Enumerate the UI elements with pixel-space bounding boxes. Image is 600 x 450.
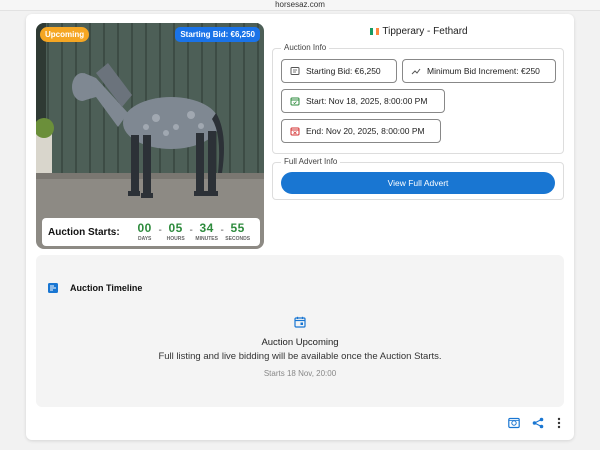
card-actions bbox=[508, 417, 562, 429]
trend-icon bbox=[411, 68, 421, 75]
full-advert-legend: Full Advert Info bbox=[281, 157, 341, 166]
ireland-flag-icon bbox=[370, 28, 380, 35]
full-advert-section: Full Advert Info View Full Advert bbox=[272, 157, 564, 200]
listing-card: Upcoming Starting Bid: €6,250 Auction St… bbox=[26, 14, 574, 440]
countdown-panel: Auction Starts: 00 DAYS - 05 HOURS - 34 … bbox=[42, 218, 260, 246]
countdown-hours-value: 05 bbox=[168, 221, 183, 235]
countdown-minutes: 34 MINUTES bbox=[194, 222, 220, 242]
countdown-seconds-label: SECONDS bbox=[225, 236, 251, 242]
horse-image bbox=[36, 23, 264, 249]
min-increment-chip[interactable]: Minimum Bid Increment: €250 bbox=[402, 59, 556, 83]
location-text: Tipperary - Fethard bbox=[382, 26, 468, 37]
more-vert-icon[interactable] bbox=[556, 417, 562, 429]
timeline-description: Full listing and live bidding will be av… bbox=[158, 351, 442, 362]
countdown-minutes-label: MINUTES bbox=[195, 236, 218, 242]
countdown-minutes-value: 34 bbox=[199, 221, 214, 235]
share-icon[interactable] bbox=[532, 417, 544, 429]
gavel-icon bbox=[290, 67, 300, 75]
event-icon bbox=[294, 316, 306, 328]
end-date-text: End: Nov 20, 2025, 8:00:00 PM bbox=[306, 126, 425, 136]
listing-location: Tipperary - Fethard bbox=[272, 26, 566, 37]
start-date-chip[interactable]: Start: Nov 18, 2025, 8:00:00 PM bbox=[281, 89, 445, 113]
timeline-status: Auction Upcoming bbox=[261, 337, 339, 348]
url-text: horsesaz.com bbox=[275, 0, 325, 9]
timeline-body: Auction Upcoming Full listing and live b… bbox=[36, 315, 564, 378]
timeline-title: Auction Timeline bbox=[70, 283, 143, 293]
countdown-days-value: 00 bbox=[137, 221, 152, 235]
countdown-label: Auction Starts: bbox=[48, 226, 120, 238]
min-increment-text: Minimum Bid Increment: €250 bbox=[427, 66, 540, 76]
countdown-hours-label: HOURS bbox=[166, 236, 185, 242]
browser-url-bar[interactable]: horsesaz.com bbox=[0, 0, 600, 11]
end-date-chip[interactable]: End: Nov 20, 2025, 8:00:00 PM bbox=[281, 119, 441, 143]
horse-photo[interactable]: Upcoming Starting Bid: €6,250 Auction St… bbox=[36, 23, 264, 249]
timeline-header: Auction Timeline bbox=[48, 283, 142, 293]
countdown-days: 00 DAYS bbox=[132, 222, 158, 242]
starting-bid-text: Starting Bid: €6,250 bbox=[306, 66, 381, 76]
starting-bid-chip[interactable]: Starting Bid: €6,250 bbox=[281, 59, 397, 83]
auction-timeline-panel: Auction Timeline Auction Upcoming Full l… bbox=[36, 255, 564, 407]
calendar-end-icon bbox=[290, 127, 300, 136]
countdown-seconds-value: 55 bbox=[230, 221, 245, 235]
video-icon[interactable] bbox=[508, 417, 520, 429]
countdown-hours: 05 HOURS bbox=[163, 222, 189, 242]
auction-info-legend: Auction Info bbox=[281, 43, 330, 52]
starting-bid-badge: Starting Bid: €6,250 bbox=[175, 27, 260, 42]
calendar-start-icon bbox=[290, 97, 300, 106]
timeline-start-time: Starts 18 Nov, 20:00 bbox=[263, 369, 337, 378]
countdown-days-label: DAYS bbox=[137, 236, 152, 242]
status-badge: Upcoming bbox=[40, 27, 90, 42]
auction-info-section: Auction Info Starting Bid: €6,250 Minimu… bbox=[272, 43, 564, 154]
countdown-seconds: 55 SECONDS bbox=[225, 222, 251, 242]
timeline-icon bbox=[48, 283, 58, 293]
start-date-text: Start: Nov 18, 2025, 8:00:00 PM bbox=[306, 96, 428, 106]
view-full-advert-button[interactable]: View Full Advert bbox=[281, 172, 555, 194]
